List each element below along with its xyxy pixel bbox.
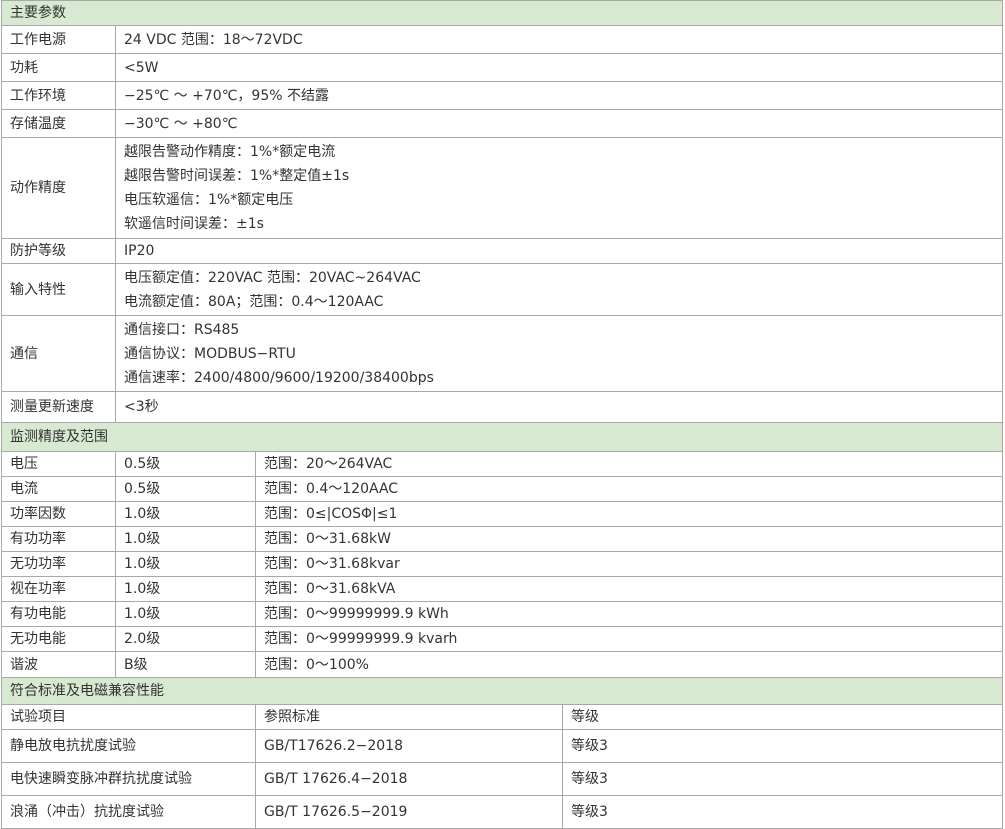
param-line: 通信接口：RS485	[124, 321, 240, 338]
standards-row: 电快速瞬变脉冲群抗扰度试验 GB/T 17626.4−2018 等级3	[1, 762, 1003, 796]
monitor-row: 有功电能 1.0级 范围：0～99999999.9 kWh	[1, 601, 1003, 627]
spec-table: 主要参数 工作电源 24 VDC 范围：18～72VDC 功耗 <5W 工作环境…	[1, 0, 1003, 829]
monitor-range: 范围：0.4～120AAC	[255, 476, 1003, 502]
param-line: 电流额定值：80A；范围：0.4～120AAC	[124, 293, 384, 310]
monitor-row: 无功功率 1.0级 范围：0～31.68kvar	[1, 551, 1003, 577]
param-row: 存储温度 −30℃ ～ +80℃	[1, 109, 1003, 138]
param-label: 功耗	[1, 53, 116, 82]
param-row: 工作环境 −25℃ ～ +70℃，95% 不结露	[1, 81, 1003, 110]
monitor-grade: 1.0级	[115, 501, 256, 527]
param-row: 测量更新速度 <3秒	[1, 391, 1003, 423]
param-label: 输入特性	[1, 263, 116, 316]
param-row: 功耗 <5W	[1, 53, 1003, 82]
test-item: 电快速瞬变脉冲群抗扰度试验	[1, 762, 256, 796]
monitor-grade: 1.0级	[115, 526, 256, 552]
section-title: 符合标准及电磁兼容性能	[1, 677, 1003, 705]
param-line: 通信速率：2400/4800/9600/19200/38400bps	[124, 369, 434, 386]
monitor-range: 范围：0～31.68kW	[255, 526, 1003, 552]
monitor-grade: 2.0级	[115, 626, 256, 652]
param-value: <5W	[115, 53, 1003, 82]
param-value: 越限告警动作精度：1%*额定电流 越限告警时间误差：1%*整定值±1s 电压软遥…	[115, 137, 1003, 239]
param-value: IP20	[115, 238, 1003, 264]
monitor-range: 范围：0～31.68kvar	[255, 551, 1003, 577]
monitor-grade: 1.0级	[115, 576, 256, 602]
section-header-main-params: 主要参数	[1, 0, 1003, 26]
param-line: 电压软遥信：1%*额定电压	[124, 192, 294, 208]
monitor-row: 视在功率 1.0级 范围：0～31.68kVA	[1, 576, 1003, 602]
test-standard: GB/T 17626.4−2018	[255, 762, 563, 796]
monitor-name: 视在功率	[1, 576, 116, 602]
section-title: 主要参数	[1, 0, 1003, 26]
monitor-name: 有功电能	[1, 601, 116, 627]
param-value: 24 VDC 范围：18～72VDC	[115, 25, 1003, 54]
monitor-row: 谐波 B级 范围：0～100%	[1, 651, 1003, 678]
param-row: 通信 通信接口：RS485 通信协议：MODBUS−RTU 通信速率：2400/…	[1, 315, 1003, 392]
standards-row: 静电放电抗扰度试验 GB/T17626.2−2018 等级3	[1, 729, 1003, 763]
monitor-grade: 1.0级	[115, 551, 256, 577]
param-row: 防护等级 IP20	[1, 238, 1003, 264]
monitor-grade: B级	[115, 651, 256, 678]
monitor-name: 无功功率	[1, 551, 116, 577]
param-row: 输入特性 电压额定值：220VAC 范围：20VAC~264VAC 电流额定值：…	[1, 263, 1003, 316]
param-value: <3秒	[115, 391, 1003, 423]
param-line: 越限告警时间误差：1%*整定值±1s	[124, 168, 350, 184]
param-label: 动作精度	[1, 137, 116, 239]
column-header-level: 等级	[562, 704, 1003, 730]
section-header-standards: 符合标准及电磁兼容性能	[1, 677, 1003, 705]
monitor-row: 无功电能 2.0级 范围：0～99999999.9 kvarh	[1, 626, 1003, 652]
param-label: 工作环境	[1, 81, 116, 110]
monitor-range: 范围：0≤|COSΦ|≤1	[255, 501, 1003, 527]
param-value: 电压额定值：220VAC 范围：20VAC~264VAC 电流额定值：80A；范…	[115, 263, 1003, 316]
monitor-range: 范围：0～31.68kVA	[255, 576, 1003, 602]
monitor-grade: 1.0级	[115, 601, 256, 627]
monitor-row: 有功功率 1.0级 范围：0～31.68kW	[1, 526, 1003, 552]
monitor-row: 功率因数 1.0级 范围：0≤|COSΦ|≤1	[1, 501, 1003, 527]
test-standard: GB/T17626.2−2018	[255, 729, 563, 763]
section-title: 监测精度及范围	[1, 422, 1003, 452]
param-line: 软遥信时间误差：±1s	[124, 216, 264, 232]
monitor-row: 电流 0.5级 范围：0.4～120AAC	[1, 476, 1003, 502]
param-label: 工作电源	[1, 25, 116, 54]
monitor-row: 电压 0.5级 范围：20～264VAC	[1, 451, 1003, 477]
monitor-range: 范围：0～99999999.9 kvarh	[255, 626, 1003, 652]
param-line: 通信协议：MODBUS−RTU	[124, 345, 296, 362]
param-row: 动作精度 越限告警动作精度：1%*额定电流 越限告警时间误差：1%*整定值±1s…	[1, 137, 1003, 239]
monitor-name: 电压	[1, 451, 116, 477]
monitor-name: 无功电能	[1, 626, 116, 652]
monitor-range: 范围：20～264VAC	[255, 451, 1003, 477]
param-label: 防护等级	[1, 238, 116, 264]
param-line: 越限告警动作精度：1%*额定电流	[124, 144, 336, 160]
param-value: −25℃ ～ +70℃，95% 不结露	[115, 81, 1003, 110]
monitor-range: 范围：0～99999999.9 kWh	[255, 601, 1003, 627]
param-value: 通信接口：RS485 通信协议：MODBUS−RTU 通信速率：2400/480…	[115, 315, 1003, 392]
monitor-range: 范围：0～100%	[255, 651, 1003, 678]
test-level: 等级3	[562, 762, 1003, 796]
section-header-monitoring: 监测精度及范围	[1, 422, 1003, 452]
param-value: −30℃ ～ +80℃	[115, 109, 1003, 138]
monitor-name: 有功功率	[1, 526, 116, 552]
monitor-name: 电流	[1, 476, 116, 502]
param-row: 工作电源 24 VDC 范围：18～72VDC	[1, 25, 1003, 54]
test-item: 静电放电抗扰度试验	[1, 729, 256, 763]
column-header-test-item: 试验项目	[1, 704, 256, 730]
monitor-name: 功率因数	[1, 501, 116, 527]
monitor-name: 谐波	[1, 651, 116, 678]
param-label: 存储温度	[1, 109, 116, 138]
column-header-standard: 参照标准	[255, 704, 563, 730]
param-line: 电压额定值：220VAC 范围：20VAC~264VAC	[124, 269, 421, 286]
standards-header-row: 试验项目 参照标准 等级	[1, 704, 1003, 730]
monitor-grade: 0.5级	[115, 476, 256, 502]
test-level: 等级3	[562, 729, 1003, 763]
param-label: 测量更新速度	[1, 391, 116, 423]
monitor-grade: 0.5级	[115, 451, 256, 477]
param-label: 通信	[1, 315, 116, 392]
